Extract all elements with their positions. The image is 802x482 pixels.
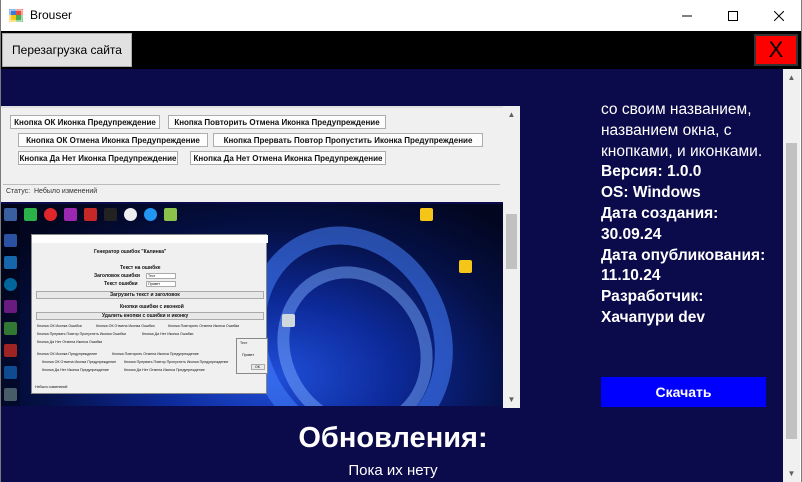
published-date-text: Дата опубликования: 11.10.24 bbox=[601, 246, 766, 285]
close-x-button[interactable]: X bbox=[754, 34, 798, 66]
window-border-left bbox=[0, 0, 1, 482]
toolbar: Перезагрузка сайта X bbox=[0, 31, 802, 69]
dialog-text: Привет bbox=[242, 353, 254, 357]
load-button-label: Загрузить текст и заголовок bbox=[110, 292, 180, 298]
error-text-label: Текст на ошибке bbox=[120, 265, 161, 271]
status-value: Небыло изменений bbox=[34, 188, 98, 195]
error-text-value: Привет bbox=[148, 282, 160, 286]
maximize-icon bbox=[728, 10, 738, 21]
os-text: OS: Windows bbox=[601, 184, 701, 202]
generator-titlebar bbox=[32, 235, 268, 243]
mini-separator bbox=[3, 184, 500, 185]
window-close-button[interactable] bbox=[756, 0, 802, 31]
scroll-up-icon[interactable]: ▲ bbox=[503, 106, 520, 123]
mini-button: Кнопка ОК Иконка Предупреждение bbox=[10, 115, 160, 129]
preview-scroll-thumb[interactable] bbox=[506, 214, 517, 269]
gen-button: Кнопка ОК Отмена Иконка Предупреждение bbox=[42, 360, 117, 364]
download-button[interactable]: Скачать bbox=[601, 377, 766, 407]
version-text: Версия: 1.0.0 bbox=[601, 163, 702, 181]
gen-button: Кнопка Да Нет Отмена Иконка Предупрежден… bbox=[124, 368, 205, 372]
developer-text: Разработчик: Хачапури dev bbox=[601, 288, 705, 326]
desktop-icon bbox=[24, 208, 37, 221]
preview-panel: Кнопка ОК Иконка Предупреждение Кнопка П… bbox=[0, 106, 520, 408]
gen-button: Кнопка ОК Отмена Иконка Ошибки bbox=[96, 324, 155, 328]
desktop-icon bbox=[144, 208, 157, 221]
generator-title: Генератор ошибок "Калинка" bbox=[94, 249, 167, 255]
gen-button: Кнопка Прервать Повтор Пропустить Иконка… bbox=[124, 360, 229, 364]
app-icon bbox=[9, 9, 23, 22]
mini-button: Кнопка Да Нет Отмена Иконка Предупрежден… bbox=[190, 151, 386, 165]
scroll-up-icon[interactable]: ▲ bbox=[783, 69, 800, 86]
desktop-icon bbox=[64, 208, 77, 221]
mini-app-window: Кнопка ОК Иконка Предупреждение Кнопка П… bbox=[0, 106, 503, 202]
desktop-icon bbox=[282, 314, 295, 327]
gen-button: Кнопка Да Нет Иконка Ошибки bbox=[142, 332, 194, 336]
desktop-icon bbox=[164, 208, 177, 221]
desktop-screenshot: Генератор ошибок "Калинка" Текст на ошиб… bbox=[0, 204, 503, 406]
desktop-icon bbox=[104, 208, 117, 221]
description-text: со своим названием, названием окна, с кн… bbox=[601, 101, 763, 160]
created-date-text: Дата создания: 30.09.24 bbox=[601, 204, 719, 243]
minimize-icon bbox=[682, 15, 692, 16]
test-dialog: Тест Привет ОК bbox=[236, 338, 268, 374]
generator-window: Генератор ошибок "Калинка" Текст на ошиб… bbox=[31, 234, 268, 394]
reload-site-button[interactable]: Перезагрузка сайта bbox=[2, 33, 132, 67]
updates-text: Пока их нету bbox=[348, 462, 438, 479]
scroll-down-icon[interactable]: ▼ bbox=[503, 391, 520, 408]
header-value: Тест bbox=[148, 274, 156, 278]
gen-button: Кнопка Повторить Отмена Иконка Предупреж… bbox=[112, 352, 199, 356]
minimize-button[interactable] bbox=[664, 0, 710, 31]
gen-button: Кнопка Прервать Повтор Пропустить Иконка… bbox=[37, 332, 126, 336]
scroll-down-icon[interactable]: ▼ bbox=[783, 465, 800, 482]
delete-button-label: Удалить кнопки с ошибки и иконку bbox=[102, 313, 189, 319]
header-label: Заголовок ошибки bbox=[94, 273, 140, 279]
window-title: Brouser bbox=[30, 8, 73, 22]
page-scrollbar[interactable]: ▲ ▼ bbox=[783, 69, 800, 482]
mini-button: Кнопка Повторить Отмена Иконка Предупреж… bbox=[168, 115, 386, 129]
gen-button: Кнопка Да Нет Иконка Предупреждение bbox=[42, 368, 109, 372]
folder-icon bbox=[420, 208, 433, 221]
desktop-icon bbox=[44, 208, 57, 221]
mini-button: Кнопка Прервать Повтор Пропустить Иконка… bbox=[213, 133, 483, 147]
icon-buttons-label: Кнопки ошибки с иконкой bbox=[120, 304, 184, 310]
desktop-icon-column bbox=[0, 204, 20, 406]
mini-divider bbox=[0, 106, 503, 108]
preview-scrollbar[interactable]: ▲ ▼ bbox=[503, 106, 520, 408]
info-panel: со своим названием, названием окна, с кн… bbox=[601, 100, 766, 329]
gen-status: Небыло изменений bbox=[35, 385, 68, 389]
dialog-title: Тест bbox=[240, 341, 248, 345]
gen-button: Кнопка Да Нет Отмена Иконка Ошибки bbox=[37, 340, 103, 344]
mini-button: Кнопка ОК Отмена Иконка Предупреждение bbox=[18, 133, 208, 147]
web-content: Кнопка ОК Иконка Предупреждение Кнопка П… bbox=[0, 69, 800, 482]
dialog-ok-label: ОК bbox=[255, 365, 260, 369]
mini-button: Кнопка Да Нет Иконка Предупреждение bbox=[18, 151, 178, 165]
updates-heading: Обновления: bbox=[298, 422, 488, 454]
error-text-field-label: Текст ошибки bbox=[104, 281, 138, 287]
title-bar: Brouser bbox=[0, 0, 802, 31]
desktop-icon bbox=[84, 208, 97, 221]
page-scroll-thumb[interactable] bbox=[786, 143, 797, 439]
folder-icon bbox=[459, 260, 472, 273]
desktop-icon bbox=[124, 208, 137, 221]
gen-button: Кнопка ОК Иконка Ошибки bbox=[37, 324, 82, 328]
gen-button: Кнопка Повторить Отмена Иконка Ошибки bbox=[168, 324, 240, 328]
gen-button: Кнопка ОК Иконка Предупреждение bbox=[37, 352, 98, 356]
close-icon bbox=[774, 10, 784, 21]
status-label: Статус: bbox=[6, 188, 31, 195]
preview-image: Кнопка ОК Иконка Предупреждение Кнопка П… bbox=[0, 106, 503, 406]
maximize-button[interactable] bbox=[710, 0, 756, 31]
